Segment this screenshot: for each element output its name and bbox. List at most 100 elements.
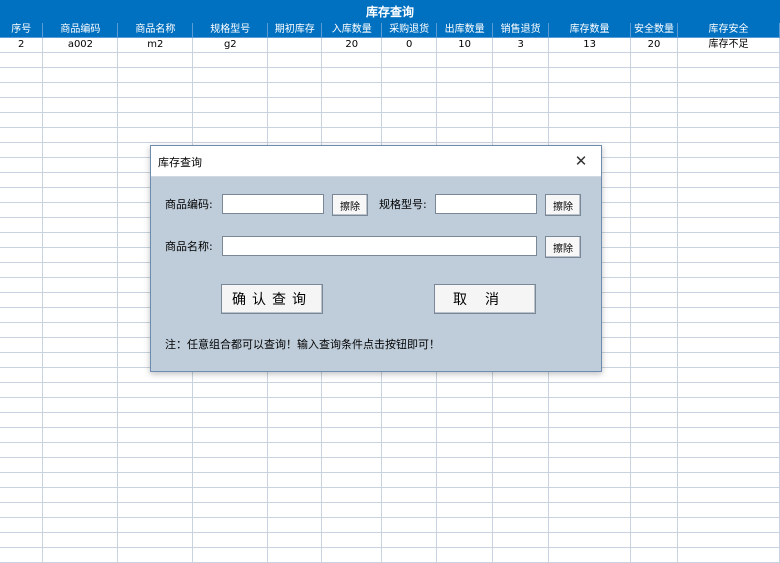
table-cell[interactable]: [436, 442, 494, 458]
table-cell[interactable]: [321, 517, 383, 533]
table-cell[interactable]: [677, 502, 780, 518]
clear-code-button[interactable]: 擦除: [332, 194, 368, 216]
table-cell[interactable]: [492, 397, 550, 413]
table-cell[interactable]: [677, 97, 780, 113]
table-cell[interactable]: [436, 82, 494, 98]
table-cell[interactable]: [321, 457, 383, 473]
table-cell[interactable]: [42, 127, 119, 143]
table-cell[interactable]: [0, 187, 44, 203]
table-cell[interactable]: [0, 337, 44, 353]
table-cell[interactable]: [381, 112, 438, 128]
table-cell[interactable]: [117, 472, 194, 488]
table-cell[interactable]: [117, 382, 194, 398]
table-cell[interactable]: [630, 382, 679, 398]
table-cell[interactable]: [381, 517, 438, 533]
table-cell[interactable]: [0, 412, 44, 428]
table-cell[interactable]: [492, 97, 550, 113]
table-cell[interactable]: [267, 112, 323, 128]
table-cell[interactable]: [0, 502, 44, 518]
table-cell[interactable]: [630, 427, 679, 443]
table-cell[interactable]: [548, 97, 632, 113]
spec-input[interactable]: [435, 194, 537, 214]
table-cell[interactable]: [117, 487, 194, 503]
table-cell[interactable]: [436, 532, 494, 548]
table-cell[interactable]: [381, 472, 438, 488]
table-cell[interactable]: [267, 382, 323, 398]
table-cell[interactable]: [677, 187, 780, 203]
table-cell[interactable]: [381, 442, 438, 458]
table-cell[interactable]: [677, 367, 780, 383]
table-cell[interactable]: [436, 502, 494, 518]
table-cell[interactable]: [548, 397, 632, 413]
table-cell[interactable]: [42, 112, 119, 128]
table-cell[interactable]: [630, 202, 679, 218]
table-cell[interactable]: [630, 487, 679, 503]
table-cell[interactable]: [677, 382, 780, 398]
table-cell[interactable]: [492, 487, 550, 503]
table-cell[interactable]: [677, 127, 780, 143]
table-cell[interactable]: [677, 487, 780, 503]
table-cell[interactable]: [0, 157, 44, 173]
table-cell[interactable]: [548, 487, 632, 503]
table-cell[interactable]: [0, 232, 44, 248]
table-cell[interactable]: [492, 442, 550, 458]
table-cell[interactable]: [630, 547, 679, 563]
table-cell[interactable]: [267, 502, 323, 518]
table-cell[interactable]: [321, 82, 383, 98]
confirm-query-button[interactable]: 确认查询: [221, 284, 323, 314]
table-cell[interactable]: [267, 472, 323, 488]
table-cell[interactable]: [381, 412, 438, 428]
table-cell[interactable]: [677, 337, 780, 353]
table-cell[interactable]: [492, 127, 550, 143]
table-cell[interactable]: [436, 52, 494, 68]
table-cell[interactable]: [42, 322, 119, 338]
table-cell[interactable]: [548, 442, 632, 458]
table-cell[interactable]: [321, 52, 383, 68]
table-cell[interactable]: [0, 547, 44, 563]
table-cell[interactable]: [492, 67, 550, 83]
table-cell[interactable]: [548, 457, 632, 473]
table-cell[interactable]: [436, 487, 494, 503]
table-cell[interactable]: [267, 442, 323, 458]
table-cell[interactable]: [0, 67, 44, 83]
table-cell[interactable]: m2: [117, 37, 194, 53]
table-cell[interactable]: [0, 382, 44, 398]
table-cell[interactable]: [630, 82, 679, 98]
table-cell[interactable]: [192, 52, 269, 68]
table-cell[interactable]: [42, 532, 119, 548]
table-cell[interactable]: [548, 127, 632, 143]
table-cell[interactable]: [321, 97, 383, 113]
table-cell[interactable]: [267, 52, 323, 68]
table-cell[interactable]: [0, 202, 44, 218]
table-cell[interactable]: [492, 472, 550, 488]
table-cell[interactable]: [677, 142, 780, 158]
table-cell[interactable]: [42, 517, 119, 533]
table-cell[interactable]: [117, 442, 194, 458]
table-cell[interactable]: [630, 457, 679, 473]
table-cell[interactable]: [436, 472, 494, 488]
table-cell[interactable]: [117, 532, 194, 548]
cancel-button[interactable]: 取消: [434, 284, 536, 314]
table-cell[interactable]: [0, 112, 44, 128]
table-cell[interactable]: [267, 67, 323, 83]
table-cell[interactable]: [492, 412, 550, 428]
table-cell[interactable]: [548, 52, 632, 68]
table-cell[interactable]: [267, 412, 323, 428]
table-cell[interactable]: [117, 97, 194, 113]
table-cell[interactable]: [548, 427, 632, 443]
table-cell[interactable]: [381, 67, 438, 83]
table-cell[interactable]: [548, 532, 632, 548]
table-cell[interactable]: [630, 172, 679, 188]
table-cell[interactable]: [267, 532, 323, 548]
table-cell[interactable]: [192, 112, 269, 128]
table-cell[interactable]: [548, 547, 632, 563]
table-cell[interactable]: [42, 292, 119, 308]
table-cell[interactable]: [42, 82, 119, 98]
table-cell[interactable]: [630, 142, 679, 158]
table-cell[interactable]: [548, 82, 632, 98]
table-cell[interactable]: [192, 457, 269, 473]
table-cell[interactable]: [0, 427, 44, 443]
table-cell[interactable]: [630, 292, 679, 308]
table-cell[interactable]: [0, 262, 44, 278]
table-cell[interactable]: [677, 202, 780, 218]
